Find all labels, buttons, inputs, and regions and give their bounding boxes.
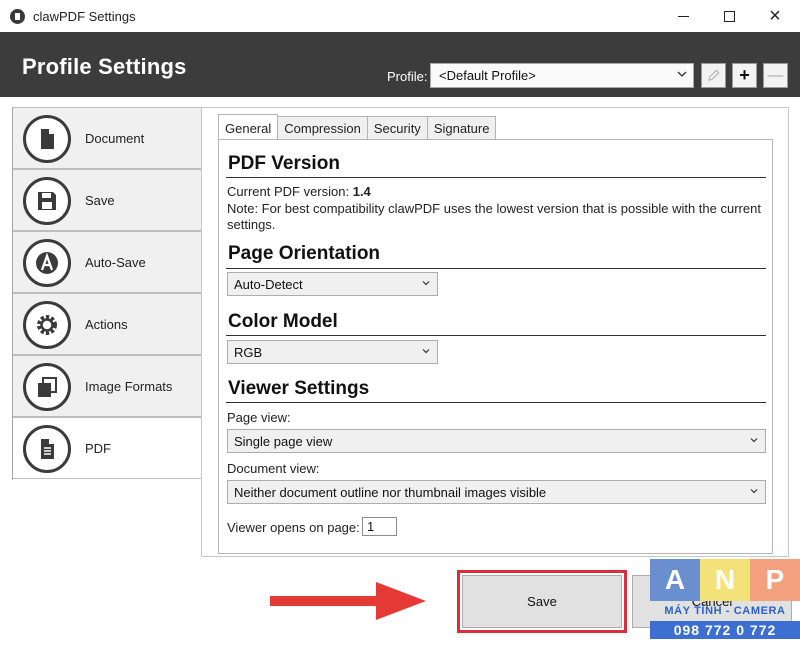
section-divider xyxy=(226,335,766,336)
profile-select[interactable]: <Default Profile> xyxy=(430,63,694,88)
document-view-select[interactable]: Neither document outline nor thumbnail i… xyxy=(227,480,766,504)
gear-icon xyxy=(23,301,71,349)
chevron-down-icon xyxy=(677,71,687,77)
sidebar-item-pdf[interactable]: PDF xyxy=(13,417,202,479)
red-arrow-annotation xyxy=(270,582,426,620)
section-divider xyxy=(226,268,766,269)
page-view-label: Page view: xyxy=(227,410,291,425)
section-divider xyxy=(226,402,766,403)
watermark-letters: A N P xyxy=(650,559,800,601)
tab-compression[interactable]: Compression xyxy=(277,116,368,140)
page-orientation-select[interactable]: Auto-Detect xyxy=(227,272,438,296)
close-button[interactable]: × xyxy=(752,0,798,32)
sidebar-item-label: Actions xyxy=(85,317,128,332)
color-model-select[interactable]: RGB xyxy=(227,340,438,364)
compatibility-note-line1: Note: For best compatibility clawPDF use… xyxy=(227,201,761,216)
color-model-value: RGB xyxy=(234,345,263,360)
current-version-value: 1.4 xyxy=(352,184,371,199)
sidebar-item-label: PDF xyxy=(85,441,111,456)
minus-icon: — xyxy=(767,66,784,84)
sidebar-item-label: Auto-Save xyxy=(85,255,146,270)
maximize-icon xyxy=(723,10,735,22)
window-title: clawPDF Settings xyxy=(33,9,136,24)
page-title: Profile Settings xyxy=(22,54,187,79)
title-bar: clawPDF Settings × xyxy=(0,0,800,32)
document-icon xyxy=(23,115,71,163)
save-highlight-box xyxy=(457,570,627,633)
sidebar-item-label: Image Formats xyxy=(85,379,173,394)
maximize-button[interactable] xyxy=(706,0,752,32)
page-view-value: Single page view xyxy=(234,434,333,449)
edit-profile-button[interactable] xyxy=(701,63,726,88)
pdf-icon xyxy=(23,425,71,473)
tab-signature[interactable]: Signature xyxy=(426,116,497,140)
viewer-settings-heading: Viewer Settings xyxy=(228,378,370,399)
settings-window: clawPDF Settings × Profile Settings Prof… xyxy=(0,0,800,654)
sidebar-item-auto-save[interactable]: Auto-Save xyxy=(13,231,202,293)
current-pdf-version: Current PDF version: 1.4 xyxy=(227,184,371,199)
pdf-version-heading: PDF Version xyxy=(228,153,340,174)
app-icon xyxy=(10,9,25,24)
document-view-value: Neither document outline nor thumbnail i… xyxy=(234,485,547,500)
page-orientation-value: Auto-Detect xyxy=(234,277,303,292)
watermark-subtitle: MÁY TÍNH - CAMERA xyxy=(664,605,786,617)
sidebar-item-document[interactable]: Document xyxy=(13,107,202,169)
chevron-down-icon xyxy=(422,281,430,286)
watermark-letter: N xyxy=(700,559,750,601)
section-divider xyxy=(226,177,766,178)
chevron-down-icon xyxy=(750,489,758,494)
minimize-button[interactable] xyxy=(660,0,706,32)
close-icon: × xyxy=(769,5,781,27)
compatibility-note-line2: settings. xyxy=(227,217,276,232)
tab-general[interactable]: General xyxy=(218,114,279,140)
watermark-phone: 098 772 0 772 xyxy=(650,621,800,639)
sidebar-item-image-formats[interactable]: Image Formats xyxy=(13,355,202,417)
sidebar-item-label: Document xyxy=(85,131,145,146)
profile-header: Profile Settings Profile: <Default Profi… xyxy=(0,32,800,97)
auto-save-icon xyxy=(23,239,71,287)
opens-on-page-label: Viewer opens on page: xyxy=(227,520,360,535)
remove-profile-button[interactable]: — xyxy=(763,63,788,88)
save-icon xyxy=(23,177,71,225)
add-profile-button[interactable]: + xyxy=(732,63,757,88)
color-model-heading: Color Model xyxy=(228,311,338,332)
pencil-icon xyxy=(707,69,720,82)
profile-select-value: <Default Profile> xyxy=(439,68,536,83)
opens-on-page-input[interactable]: 1 xyxy=(362,517,397,536)
page-view-select[interactable]: Single page view xyxy=(227,429,766,453)
general-tab-body: PDF Version Current PDF version: 1.4 Not… xyxy=(218,139,773,554)
page-orientation-heading: Page Orientation xyxy=(228,243,381,264)
profile-label: Profile: xyxy=(387,69,428,84)
sidebar-item-label: Save xyxy=(85,193,115,208)
document-view-label: Document view: xyxy=(227,461,320,476)
tab-security[interactable]: Security xyxy=(366,116,428,140)
sidebar-item-save[interactable]: Save xyxy=(13,169,202,231)
watermark-letter: A xyxy=(650,559,700,601)
chevron-down-icon xyxy=(750,438,758,443)
current-version-label: Current PDF version: xyxy=(227,184,350,199)
pdf-settings-panel: General Compression Security Signature P… xyxy=(201,107,789,557)
image-formats-icon xyxy=(23,363,71,411)
sidebar-item-actions[interactable]: Actions xyxy=(13,293,202,355)
plus-icon: + xyxy=(739,65,750,85)
anp-watermark: A N P MÁY TÍNH - CAMERA 098 772 0 772 xyxy=(650,559,800,654)
settings-sidebar: Document Save Auto-Save Actions Image Fo… xyxy=(12,107,202,480)
watermark-letter: P xyxy=(750,559,800,601)
chevron-down-icon xyxy=(422,349,430,354)
minimize-icon xyxy=(677,15,689,17)
tab-strip: General Compression Security Signature xyxy=(218,114,497,140)
